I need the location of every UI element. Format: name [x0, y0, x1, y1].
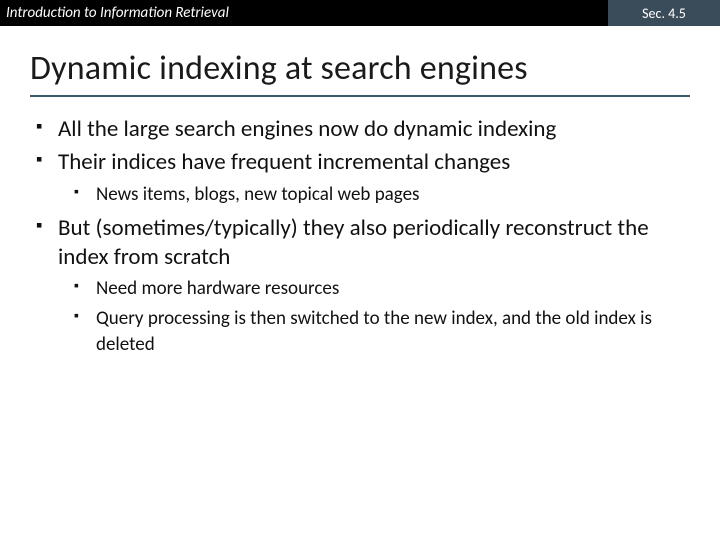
bullet-text: Query processing is then switched to the… [96, 307, 652, 356]
sub-bullet-item: Need more hardware resources [72, 276, 686, 302]
bullet-text: All the large search engines now do dyna… [58, 115, 556, 143]
bullet-item: Their indices have frequent incremental … [34, 148, 686, 207]
bullet-text: But (sometimes/typically) they also peri… [58, 214, 649, 271]
sub-bullet-list: Need more hardware resources Query proce… [58, 276, 686, 357]
bullet-text: News items, blogs, new topical web pages [96, 183, 419, 206]
title-wrap: Dynamic indexing at search engines [0, 26, 720, 97]
bullet-item: All the large search engines now do dyna… [34, 115, 686, 144]
sub-bullet-list: News items, blogs, new topical web pages [58, 182, 686, 208]
sub-bullet-item: Query processing is then switched to the… [72, 306, 686, 357]
slide-title: Dynamic indexing at search engines [30, 48, 690, 97]
bullet-list: All the large search engines now do dyna… [34, 115, 686, 357]
sub-bullet-item: News items, blogs, new topical web pages [72, 182, 686, 208]
bullet-item: But (sometimes/typically) they also peri… [34, 214, 686, 358]
bullet-text: Their indices have frequent incremental … [58, 148, 510, 176]
top-bar: Introduction to Information Retrieval Se… [0, 0, 720, 26]
section-label: Sec. 4.5 [608, 0, 720, 26]
bullet-text: Need more hardware resources [96, 277, 339, 300]
slide: Introduction to Information Retrieval Se… [0, 0, 720, 540]
course-title: Introduction to Information Retrieval [0, 0, 608, 26]
slide-body: All the large search engines now do dyna… [0, 97, 720, 357]
